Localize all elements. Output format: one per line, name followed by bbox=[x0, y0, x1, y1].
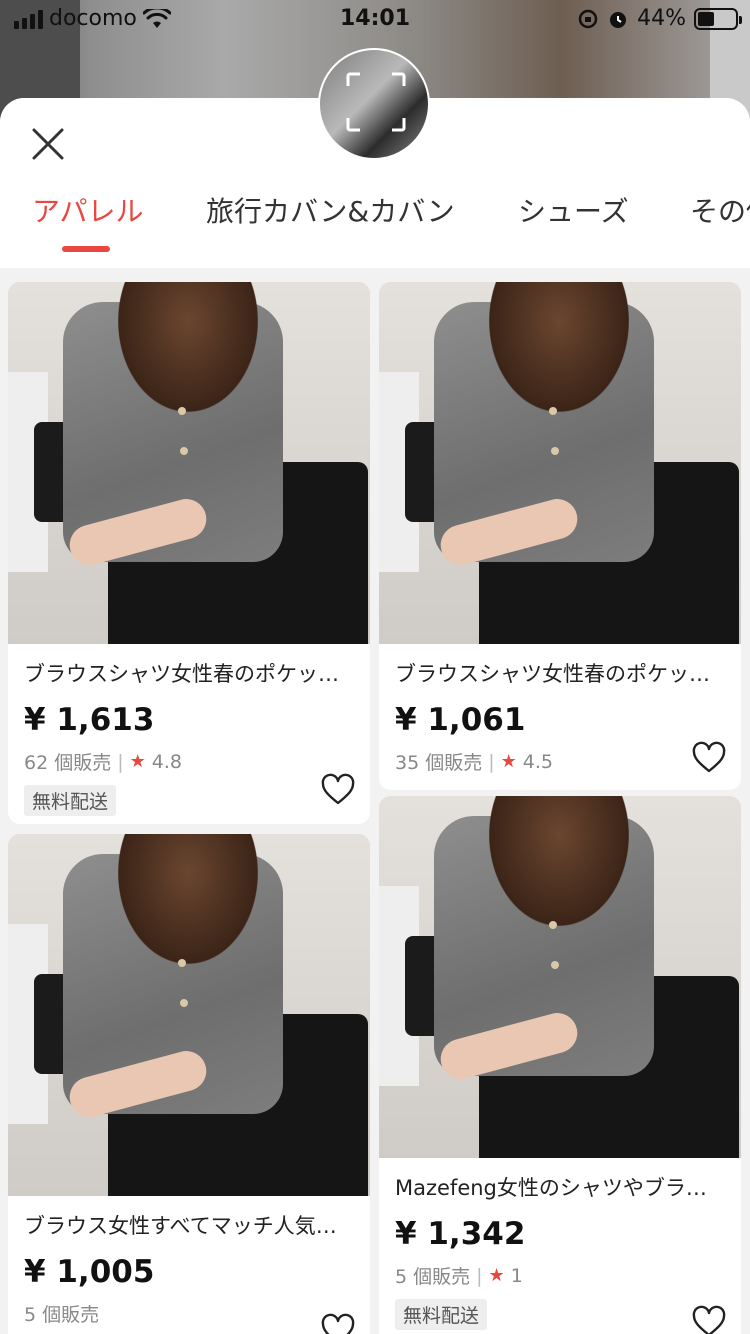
product-meta: 5 個販売 | ★ 1 bbox=[395, 1262, 725, 1289]
product-card[interactable]: ブラウスシャツ女性春のポケット付きシャツ ¥ 1,613 62 個販売 | ★ … bbox=[8, 282, 370, 824]
sold-count: 5 個販売 bbox=[395, 1266, 471, 1288]
product-price: ¥ 1,613 bbox=[24, 702, 155, 738]
free-shipping-badge: 無料配送 bbox=[24, 785, 117, 816]
tab-travel-bags[interactable]: 旅行カバン&カバン bbox=[206, 190, 455, 230]
product-card[interactable]: ブラウス女性すべてマッチ人気シャツ ¥ 1,005 5 個販売 bbox=[8, 834, 370, 1334]
star-icon: ★ bbox=[500, 751, 517, 772]
product-meta: 35 個販売 | ★ 4.5 bbox=[395, 748, 725, 775]
rating-value: 1 bbox=[510, 1264, 523, 1287]
product-meta: 5 個販売 bbox=[24, 1300, 354, 1327]
product-image[interactable] bbox=[379, 796, 741, 1158]
product-price: ¥ 1,005 bbox=[24, 1254, 155, 1290]
sold-count: 5 個販売 bbox=[24, 1304, 100, 1326]
star-icon: ★ bbox=[488, 1265, 505, 1286]
product-image[interactable] bbox=[8, 282, 370, 644]
close-icon[interactable] bbox=[30, 126, 66, 162]
star-icon: ★ bbox=[129, 751, 146, 772]
rating-value: 4.5 bbox=[522, 750, 553, 773]
image-scan-icon bbox=[346, 72, 406, 132]
sold-count: 62 個販売 bbox=[24, 752, 112, 774]
alarm-icon bbox=[610, 11, 627, 28]
results-sheet: アパレル 旅行カバン&カバン シューズ その他 ブラウスシャツ女性春のポケット付… bbox=[0, 98, 750, 1334]
product-image[interactable] bbox=[8, 834, 370, 1196]
product-title[interactable]: ブラウスシャツ女性春のポケット付きシャツ bbox=[24, 658, 354, 688]
favorite-heart-icon[interactable] bbox=[320, 1312, 356, 1334]
battery-percent: 44% bbox=[637, 6, 686, 31]
product-title[interactable]: ブラウスシャツ女性春のポケット付きシャツ bbox=[395, 658, 725, 688]
tab-active-indicator bbox=[62, 246, 110, 252]
category-tabs: アパレル 旅行カバン&カバン シューズ その他 bbox=[0, 190, 750, 254]
orientation-lock-icon bbox=[578, 9, 598, 28]
battery-icon bbox=[694, 7, 742, 30]
favorite-heart-icon[interactable] bbox=[320, 772, 356, 808]
tab-shoes[interactable]: シューズ bbox=[518, 190, 629, 230]
tab-other[interactable]: その他 bbox=[690, 190, 750, 230]
product-image[interactable] bbox=[379, 282, 741, 644]
product-price: ¥ 1,342 bbox=[395, 1216, 526, 1252]
sold-count: 35 個販売 bbox=[395, 752, 483, 774]
search-image-thumbnail[interactable] bbox=[318, 48, 430, 160]
rating-value: 4.8 bbox=[151, 750, 182, 773]
product-card[interactable]: Mazefeng女性のシャツやブラウス ¥ 1,342 5 個販売 | ★ 1 … bbox=[379, 796, 741, 1334]
product-price: ¥ 1,061 bbox=[395, 702, 526, 738]
tab-apparel[interactable]: アパレル bbox=[32, 190, 143, 230]
favorite-heart-icon[interactable] bbox=[691, 1304, 727, 1334]
favorite-heart-icon[interactable] bbox=[691, 740, 727, 776]
status-bar: docomo 14:01 44% bbox=[0, 0, 750, 40]
product-title[interactable]: Mazefeng女性のシャツやブラウス bbox=[395, 1172, 725, 1202]
product-card[interactable]: ブラウスシャツ女性春のポケット付きシャツ ¥ 1,061 35 個販売 | ★ … bbox=[379, 282, 741, 790]
status-right: 44% bbox=[577, 6, 742, 31]
product-meta: 62 個販売 | ★ 4.8 bbox=[24, 748, 354, 775]
product-title[interactable]: ブラウス女性すべてマッチ人気シャツ bbox=[24, 1210, 354, 1240]
free-shipping-badge: 無料配送 bbox=[395, 1299, 488, 1330]
